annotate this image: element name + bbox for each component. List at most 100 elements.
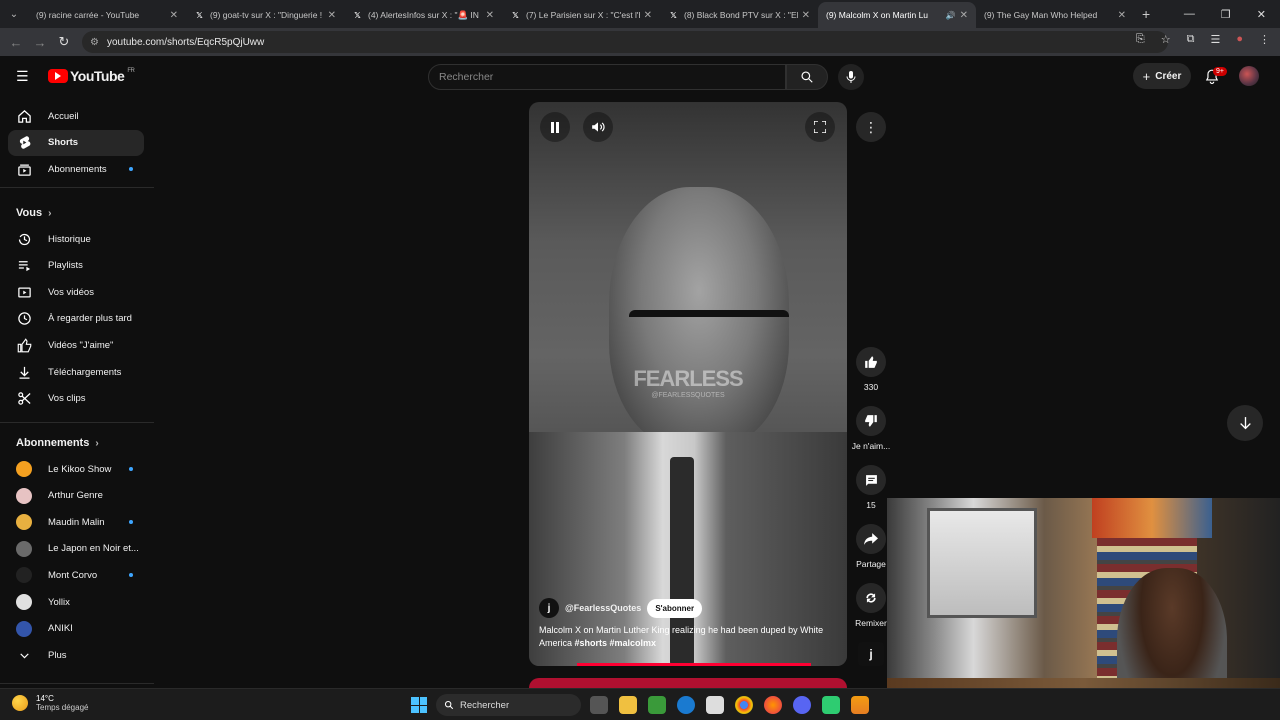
scissors-icon <box>16 391 32 407</box>
browser-tab[interactable]: 𝕏 (7) Le Parisien sur X : "C'est l'hi ✕ <box>502 2 660 28</box>
sidebar-item-playlists[interactable]: Playlists <box>8 253 144 279</box>
browser-tab[interactable]: (9) The Gay Man Who Helped ✕ <box>976 2 1134 28</box>
app-icon[interactable] <box>822 696 840 714</box>
nvidia-icon[interactable] <box>648 696 666 714</box>
browser-tab[interactable]: (9) racine carrée - YouTube ✕ <box>28 2 186 28</box>
channel-avatar <box>16 567 32 584</box>
url-field[interactable]: ⚙ youtube.com/shorts/EqcR5pQjUww <box>82 31 1168 53</box>
create-button[interactable]: + Créer <box>1133 63 1191 89</box>
remix-button[interactable] <box>856 583 886 613</box>
discord-icon[interactable] <box>793 696 811 714</box>
x-icon: 𝕏 <box>354 10 361 20</box>
sidebar-item-more[interactable]: Plus <box>8 642 144 668</box>
short-video-player[interactable]: FEARLESS @FEARLESSQUOTES j @FearlessQuot… <box>529 102 847 666</box>
search-input[interactable]: Rechercher <box>428 64 786 90</box>
volume-button[interactable] <box>583 112 613 142</box>
tab-audio-icon[interactable]: 🔊 <box>946 11 956 20</box>
reload-icon[interactable]: ↻ <box>52 34 76 50</box>
store-icon[interactable] <box>706 696 724 714</box>
dislike-button[interactable] <box>856 406 886 436</box>
sidebar-item-vid-os-j-aime[interactable]: Vidéos "J'aime" <box>8 332 144 358</box>
reading-list-icon[interactable]: ☰ <box>1210 33 1220 46</box>
sidebar-item-regarder-plus-tard[interactable]: À regarder plus tard <box>8 306 144 332</box>
profile-icon[interactable]: ● <box>1236 33 1243 46</box>
tab-search-chevron-icon[interactable]: ⌄ <box>4 4 24 24</box>
chrome-icon[interactable] <box>735 696 753 714</box>
sidebar-heading-you[interactable]: Vous › <box>16 207 51 219</box>
tab-close-icon[interactable]: ✕ <box>486 10 494 21</box>
sidebar-item-le-japon-en-noir-et[interactable]: Le Japon en Noir et... <box>8 536 144 562</box>
sidebar-item-maudin-malin[interactable]: Maudin Malin <box>8 509 144 535</box>
browser-tab[interactable]: (9) Malcolm X on Martin Lu 🔊 ✕ <box>818 2 976 28</box>
next-short-button[interactable] <box>1227 405 1263 441</box>
menu-hamburger-icon[interactable]: ☰ <box>16 68 32 85</box>
browser-menu-icon[interactable]: ⋮ <box>1259 33 1270 46</box>
tab-close-icon[interactable]: ✕ <box>802 10 810 21</box>
sidebar-item-arthur-genre[interactable]: Arthur Genre <box>8 483 144 509</box>
weather-widget[interactable]: 14°C Temps dégagé <box>12 694 88 712</box>
close-window-icon[interactable]: ✕ <box>1257 8 1266 21</box>
install-icon[interactable]: ⎘ <box>1136 33 1145 46</box>
sidebar-item-yollix[interactable]: Yollix <box>8 589 144 615</box>
edge-icon[interactable] <box>677 696 695 714</box>
remix-icon <box>866 593 876 603</box>
firefox-icon[interactable] <box>764 696 782 714</box>
new-tab-button[interactable]: + <box>1142 6 1150 22</box>
webcam-overlay <box>887 498 1280 720</box>
file-explorer-icon[interactable] <box>619 696 637 714</box>
tab-close-icon[interactable]: ✕ <box>644 10 652 21</box>
channel-avatar[interactable]: j <box>539 598 559 618</box>
sidebar-item-vos-clips[interactable]: Vos clips <box>8 386 144 412</box>
search-button[interactable] <box>786 64 828 90</box>
audio-source-thumbnail[interactable]: j <box>858 642 884 666</box>
minimize-icon[interactable]: — <box>1184 8 1195 20</box>
tab-close-icon[interactable]: ✕ <box>960 10 968 21</box>
tab-title: (9) Malcolm X on Martin Lu <box>826 10 929 20</box>
sidebar-item-t-l-chargements[interactable]: Téléchargements <box>8 359 144 385</box>
weather-temp: 14°C <box>36 694 54 703</box>
bookmark-star-icon[interactable]: ☆ <box>1161 33 1171 46</box>
tab-close-icon[interactable]: ✕ <box>328 10 336 21</box>
share-arrow-icon <box>864 533 878 545</box>
pause-button[interactable] <box>540 112 570 142</box>
caption-hashtags[interactable]: #shorts #malcolmx <box>575 638 657 648</box>
tab-close-icon[interactable]: ✕ <box>1118 10 1126 21</box>
maximize-icon[interactable]: ❐ <box>1221 8 1231 21</box>
back-icon[interactable]: ← <box>4 35 28 50</box>
sidebar-item-aniki[interactable]: ANIKI <box>8 616 144 642</box>
browser-tab[interactable]: 𝕏 (4) AlertesInfos sur X : "🚨 IN ✕ <box>344 2 502 28</box>
sidebar-item-mont-corvo[interactable]: Mont Corvo <box>8 562 144 588</box>
fullscreen-button[interactable] <box>805 112 835 142</box>
like-action: 330 <box>851 347 891 392</box>
sidebar-item-abonnements[interactable]: Abonnements <box>8 156 144 182</box>
browser-tab[interactable]: 𝕏 (9) goat-tv sur X : "Dinguerie ! ✕ <box>186 2 344 28</box>
forward-icon[interactable]: → <box>28 35 52 50</box>
more-options-button[interactable]: ⋮ <box>856 112 886 142</box>
sidebar-item-shorts[interactable]: Shorts <box>8 129 144 156</box>
subscribe-button[interactable]: S'abonner <box>647 598 703 618</box>
taskbar-search[interactable]: Rechercher <box>436 694 581 716</box>
channel-name[interactable]: @FearlessQuotes <box>565 603 641 613</box>
playback-progress-bar[interactable] <box>577 663 811 666</box>
voice-search-button[interactable] <box>838 64 864 90</box>
extensions-icon[interactable]: ⧉ <box>1187 33 1195 46</box>
like-count: 330 <box>863 382 879 392</box>
sidebar-item-accueil[interactable]: Accueil <box>8 103 144 129</box>
account-avatar[interactable] <box>1239 66 1259 86</box>
share-button[interactable] <box>856 524 886 554</box>
x-icon: 𝕏 <box>196 10 203 20</box>
browser-tab[interactable]: 𝕏 (8) Black Bond PTV sur X : "ELLI ✕ <box>660 2 818 28</box>
site-info-icon[interactable]: ⚙ <box>90 37 99 48</box>
task-view-icon[interactable] <box>590 696 608 714</box>
sidebar-item-historique[interactable]: Historique <box>8 226 144 252</box>
sidebar-item-le-kikoo-show[interactable]: Le Kikoo Show <box>8 456 144 482</box>
windows-start-icon[interactable] <box>411 697 427 713</box>
sidebar-heading-subscriptions[interactable]: Abonnements › <box>16 437 99 449</box>
tab-close-icon[interactable]: ✕ <box>170 10 178 21</box>
sidebar-item-vos-vid-os[interactable]: Vos vidéos <box>8 279 144 305</box>
channel-avatar <box>16 487 32 504</box>
youtube-logo[interactable]: YouTube FR <box>48 68 135 84</box>
comment-button[interactable] <box>856 465 886 495</box>
vlc-icon[interactable] <box>851 696 869 714</box>
like-button[interactable] <box>856 347 886 377</box>
